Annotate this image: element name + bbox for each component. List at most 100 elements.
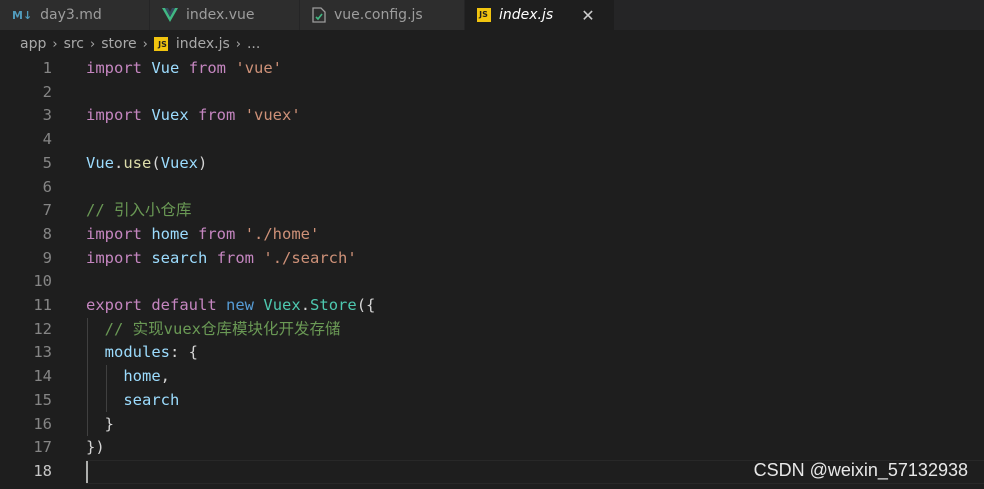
code-token: Vuex [263,296,301,314]
line-number: 8 [42,224,52,243]
code-line[interactable]: 17}) [0,436,984,460]
code-line[interactable]: 8 import home from './home' [0,223,984,247]
code-line[interactable]: 3 import Vuex from 'vuex' [0,104,984,128]
code-token: use [123,153,152,172]
tab-label: index.js [499,7,554,23]
code-token: from [198,106,236,125]
breadcrumb-symbols[interactable]: ... [247,36,260,52]
code-token: import [86,248,142,267]
tab-vue-config-js[interactable]: vue.config.js [300,0,465,30]
breadcrumb-item-file[interactable]: index.js [176,36,230,52]
code-text: search [86,389,179,413]
code-token: import [86,59,142,77]
code-token: ({ [356,296,376,314]
code-token: modules [104,343,170,362]
code-token: home [123,367,161,386]
code-line[interactable]: 5 Vue.use(Vuex) [0,152,984,176]
code-token: search [151,248,208,267]
tab-index-vue[interactable]: index.vue [150,0,300,30]
code-token: Vuex [160,153,199,172]
code-token: : { [170,343,198,362]
code-line[interactable]: 13 modules: { [0,341,984,365]
breadcrumb-item-src[interactable]: src [64,36,84,52]
watermark: CSDN @weixin_57132938 [753,460,968,480]
code-line[interactable]: 11 export default new Vuex.Store({ [0,294,984,318]
line-number: 13 [33,343,52,362]
code-text: import home from './home' [86,223,319,247]
code-line[interactable]: 14 home, [0,365,984,389]
code-line[interactable]: 16 } [0,413,984,437]
code-line[interactable]: 6 [0,176,984,200]
line-number: 6 [42,177,52,196]
code-token: search [123,390,180,409]
code-line[interactable]: 15 search [0,389,984,413]
code-token: // 实现vuex仓库模块化开发存储 [104,319,341,338]
tab-day3-md[interactable]: M↓ day3.md [0,0,150,30]
code-token: }) [86,438,105,457]
chevron-right-icon: › [52,36,58,52]
breadcrumb-item-app[interactable]: app [20,36,46,52]
code-text: import Vuex from 'vuex' [86,104,301,128]
code-token: new [226,296,255,314]
tab-label: index.vue [186,7,255,23]
code-token: from [198,224,236,243]
code-text: }) [86,436,105,460]
code-editor[interactable]: 1 import Vue from 'vue' 2 3 import Vuex from… [0,57,984,489]
code-text: modules: { [86,341,198,365]
code-token: ( [151,153,161,172]
tab-label: day3.md [40,7,102,23]
code-token: . [114,153,124,172]
line-number: 14 [33,367,52,386]
code-line[interactable]: 10 [0,270,984,294]
code-text: import Vue from 'vue' [86,57,282,81]
line-number: 18 [33,461,52,480]
line-number: 11 [33,296,52,314]
code-text: // 实现vuex仓库模块化开发存储 [86,318,341,342]
breadcrumb: app › src › store › JS index.js ›... [0,30,984,58]
tab-index-js[interactable]: JS index.js ✕ [465,0,615,30]
code-token: from [188,59,227,77]
code-line[interactable]: 7 // 引入小仓库 [0,199,984,223]
line-number: 17 [33,438,52,457]
text-cursor [86,460,88,483]
code-token: export [86,296,142,314]
vue-icon [162,8,178,22]
code-text: home, [86,365,170,389]
indent-guide [106,365,107,413]
chevron-right-icon: › [90,36,96,52]
line-number: 2 [42,82,52,101]
tab-label: vue.config.js [334,7,423,23]
line-number: 5 [42,153,52,172]
code-line[interactable]: 1 import Vue from 'vue' [0,57,984,81]
code-text: } [86,413,114,437]
line-number: 3 [42,106,52,125]
code-token: from [216,248,255,267]
code-line[interactable]: 9 import search from './search' [0,247,984,271]
code-text: import search from './search' [86,247,357,271]
breadcrumb-item-store[interactable]: store [101,36,136,52]
config-file-icon [312,7,326,23]
close-icon[interactable]: ✕ [581,6,594,25]
line-number: 10 [33,272,52,291]
code-line[interactable]: 4 [0,128,984,152]
code-token: './search' [263,248,357,267]
line-number: 12 [33,319,52,338]
code-line[interactable]: 12 // 实现vuex仓库模块化开发存储 [0,318,984,342]
code-line[interactable]: 2 [0,81,984,105]
line-number: 1 [42,59,52,77]
